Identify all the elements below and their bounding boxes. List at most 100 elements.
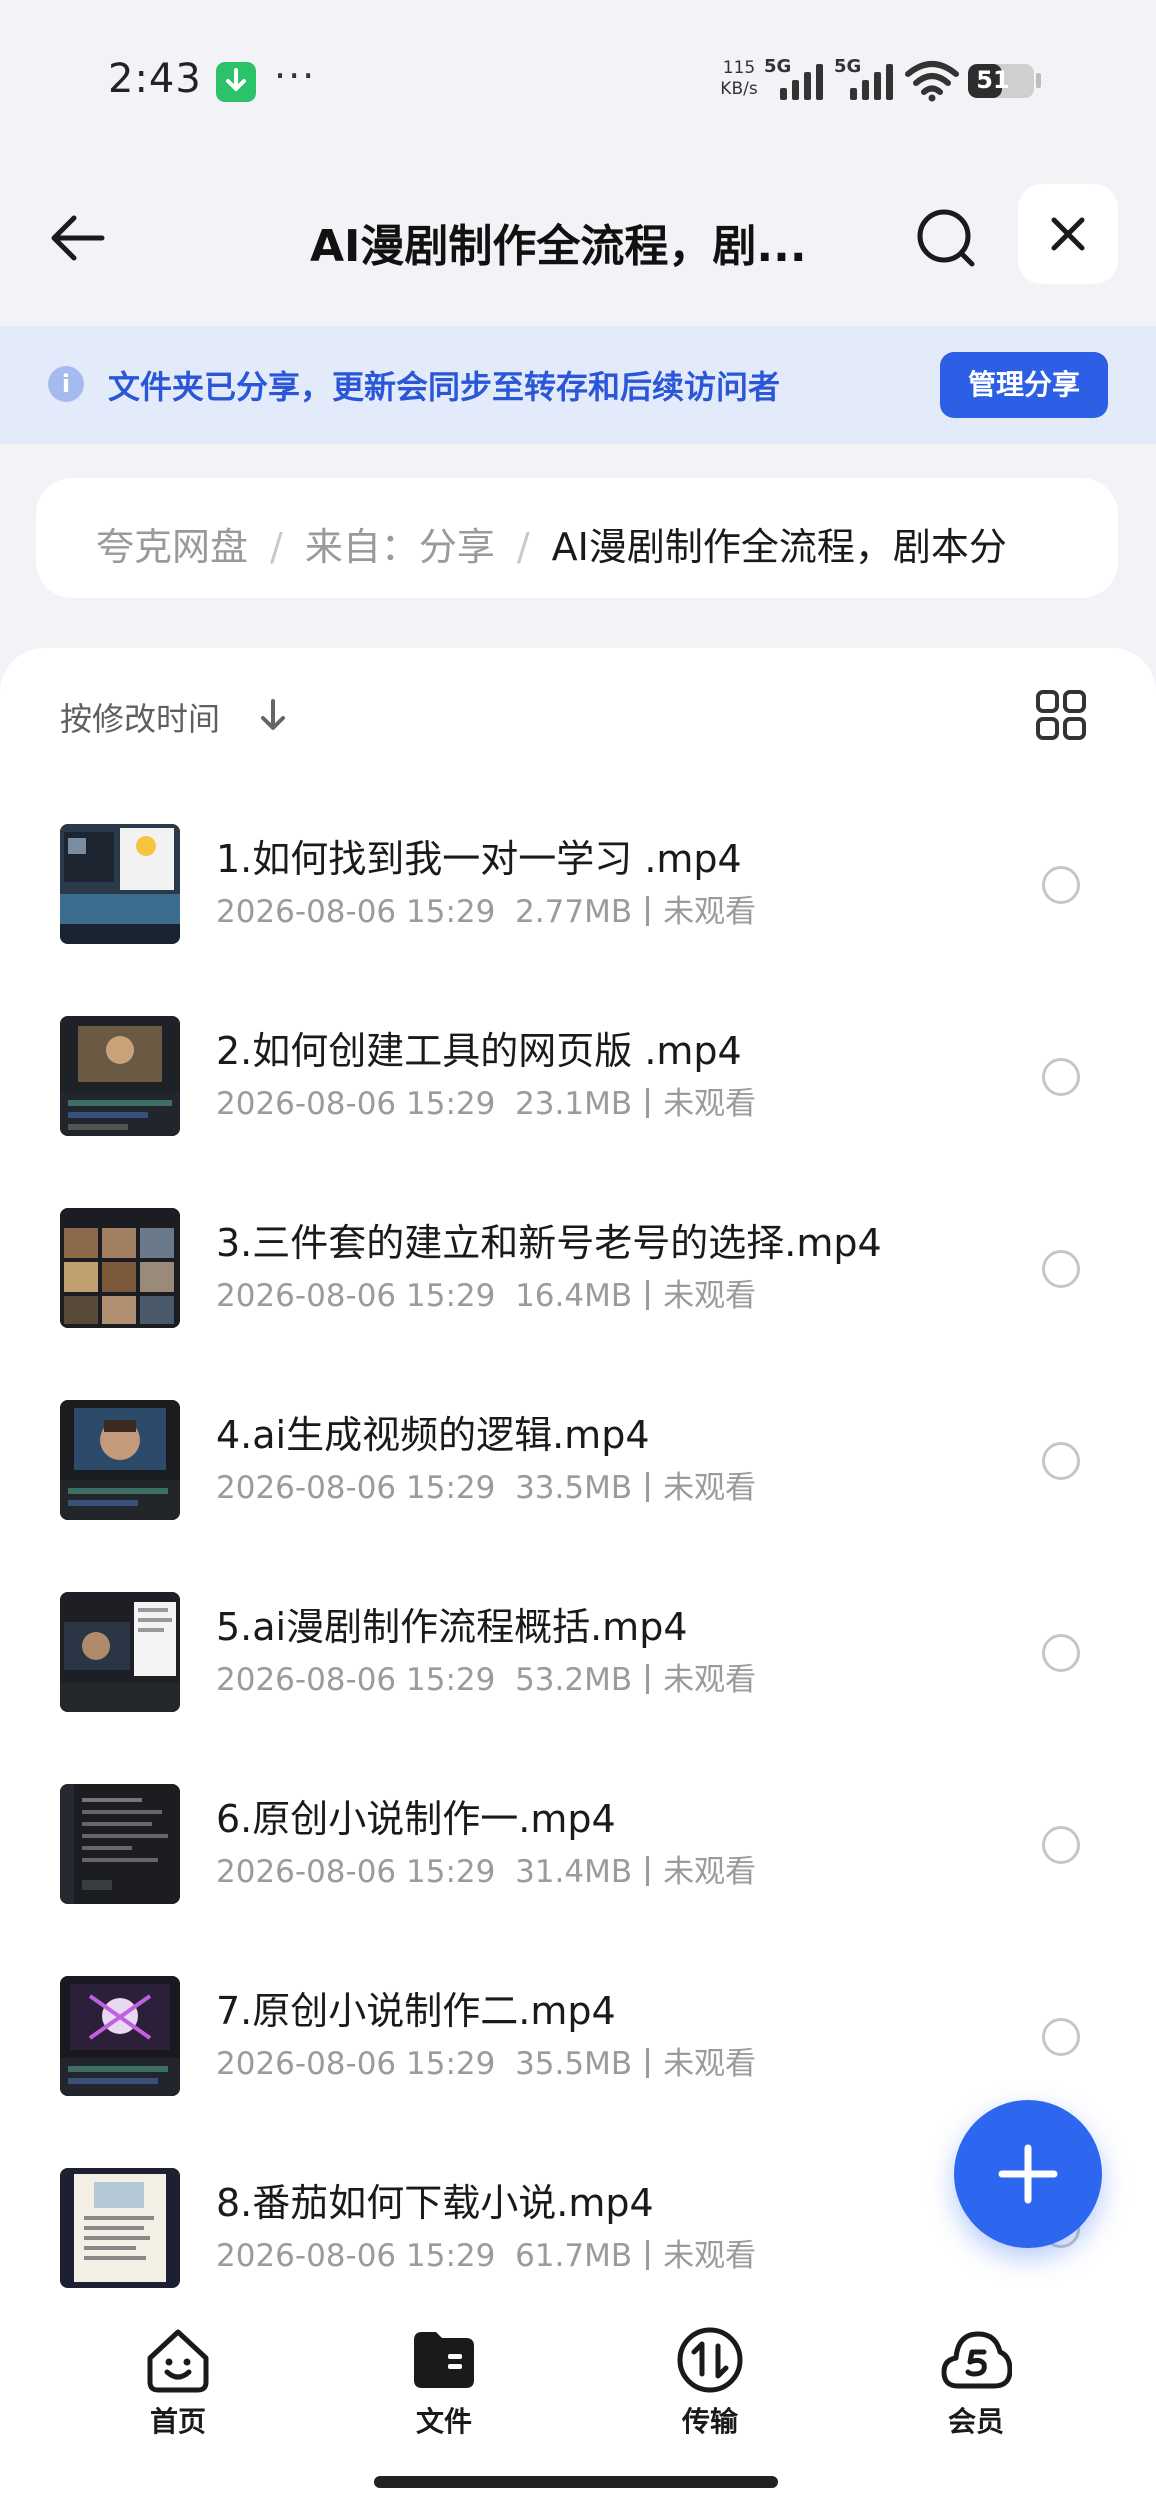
meta-divider [646, 1088, 650, 1118]
select-radio[interactable] [1042, 1442, 1080, 1480]
meta-divider [646, 1664, 650, 1694]
file-name: 4.ai生成视频的逻辑.mp4 [216, 1413, 650, 1457]
select-radio[interactable] [1042, 1634, 1080, 1672]
status-bar: 2:43 ··· 115 KB/s 5G 5G 51 [0, 0, 1156, 160]
transfer-icon [677, 2327, 743, 2393]
video-thumbnail [60, 1784, 180, 1904]
file-row[interactable]: 1.如何找到我一对一学习 .mp4 2026-08-06 15:29 2.77M… [0, 810, 1156, 1002]
meta-divider [646, 1472, 650, 1502]
signal-icon-1 [780, 64, 823, 100]
nav-label-transfer: 传输 [681, 2405, 738, 2438]
video-thumbnail [60, 1400, 180, 1520]
file-row[interactable]: 6.原创小说制作一.mp4 2026-08-06 15:29 31.4MB 未观看 [0, 1770, 1156, 1962]
meta-divider [646, 1280, 650, 1310]
meta-divider [646, 2048, 650, 2078]
share-notice-banner: i 文件夹已分享，更新会同步至转存和后续访问者 管理分享 [0, 326, 1156, 444]
status-time: 2:43 [108, 56, 202, 102]
close-icon [1051, 217, 1085, 251]
nav-item-transfer[interactable]: 传输 [620, 2324, 800, 2440]
file-meta: 2026-08-06 15:29 61.7MB 未观看 [216, 2230, 756, 2275]
select-radio[interactable] [1042, 1826, 1080, 1864]
file-row[interactable]: 4.ai生成视频的逻辑.mp4 2026-08-06 15:29 33.5MB 未… [0, 1386, 1156, 1578]
breadcrumb-item-current: AI漫剧制作全流程，剧本分 [551, 525, 1007, 569]
battery-tip [1036, 73, 1041, 88]
file-meta: 2026-08-06 15:29 16.4MB 未观看 [216, 1270, 756, 1315]
watch-status: 未观看 [663, 1278, 757, 1314]
share-notice-text: 文件夹已分享，更新会同步至转存和后续访问者 [108, 368, 781, 406]
file-size: 2.77MB [515, 894, 633, 930]
meta-divider [646, 896, 650, 926]
breadcrumb: 夸克网盘 / 来自：分享 / AI漫剧制作全流程，剧本分 [36, 478, 1118, 598]
arrow-down-icon[interactable] [258, 698, 288, 732]
nav-label-member: 会员 [947, 2405, 1004, 2438]
file-name: 7.原创小说制作二.mp4 [216, 1989, 616, 2033]
battery-level: 51 [976, 66, 1010, 94]
search-button[interactable] [906, 198, 986, 278]
battery-icon: 51 [968, 64, 1034, 98]
select-radio[interactable] [1042, 1250, 1080, 1288]
info-icon: i [48, 366, 84, 402]
grid-view-icon[interactable] [1034, 688, 1088, 742]
network-speed: 115 KB/s [714, 58, 764, 100]
file-name: 5.ai漫剧制作流程概括.mp4 [216, 1605, 688, 1649]
file-size: 61.7MB [515, 2238, 633, 2274]
more-notifications-icon: ··· [274, 54, 317, 98]
search-icon [917, 209, 975, 267]
file-row[interactable]: 3.三件套的建立和新号老号的选择.mp4 2026-08-06 15:29 16… [0, 1194, 1156, 1386]
top-app-bar: AI漫剧制作全流程，剧... [0, 170, 1156, 300]
add-button[interactable] [954, 2100, 1102, 2248]
folder-icon [414, 2332, 474, 2388]
file-row[interactable]: 5.ai漫剧制作流程概括.mp4 2026-08-06 15:29 53.2MB… [0, 1578, 1156, 1770]
file-date: 2026-08-06 15:29 [216, 894, 496, 930]
watch-status: 未观看 [663, 2046, 757, 2082]
meta-divider [646, 2240, 650, 2270]
file-size: 16.4MB [515, 1278, 633, 1314]
file-name: 8.番茄如何下载小说.mp4 [216, 2181, 654, 2225]
breadcrumb-separator: / [270, 525, 283, 569]
nav-item-files[interactable]: 文件 [354, 2324, 534, 2440]
video-thumbnail [60, 2168, 180, 2288]
breadcrumb-separator: / [516, 525, 530, 569]
watch-status: 未观看 [663, 1086, 757, 1122]
video-thumbnail [60, 1592, 180, 1712]
select-radio[interactable] [1042, 1058, 1080, 1096]
breadcrumb-item-shared[interactable]: 来自：分享 [305, 525, 495, 569]
back-button[interactable] [40, 198, 120, 278]
home-indicator[interactable] [374, 2476, 778, 2488]
file-name: 3.三件套的建立和新号老号的选择.mp4 [216, 1221, 882, 1265]
nav-item-home[interactable]: 首页 [88, 2324, 268, 2440]
select-radio[interactable] [1042, 866, 1080, 904]
video-thumbnail [60, 1208, 180, 1328]
nav-item-member[interactable]: 会员 [886, 2324, 1066, 2440]
watch-status: 未观看 [663, 894, 757, 930]
file-size: 35.5MB [515, 2046, 633, 2082]
video-thumbnail [60, 824, 180, 944]
member-cloud-icon [941, 2331, 1012, 2389]
close-button[interactable] [1018, 184, 1118, 284]
wifi-icon [905, 61, 959, 102]
smiley-home-icon [147, 2329, 209, 2393]
file-size: 33.5MB [515, 1470, 633, 1506]
file-date: 2026-08-06 15:29 [216, 1278, 496, 1314]
file-size: 23.1MB [515, 1086, 633, 1122]
manage-share-button[interactable]: 管理分享 [940, 352, 1108, 418]
select-radio[interactable] [1042, 2018, 1080, 2056]
speed-unit: KB/s [720, 79, 758, 99]
watch-status: 未观看 [663, 1854, 757, 1890]
page-title: AI漫剧制作全流程，剧... [310, 221, 807, 272]
file-date: 2026-08-06 15:29 [216, 1086, 496, 1122]
download-icon [216, 62, 256, 102]
speed-value: 115 [722, 58, 756, 78]
file-meta: 2026-08-06 15:29 33.5MB 未观看 [216, 1462, 756, 1507]
file-meta: 2026-08-06 15:29 35.5MB 未观看 [216, 2038, 756, 2083]
file-meta: 2026-08-06 15:29 23.1MB 未观看 [216, 1078, 756, 1123]
file-row[interactable]: 2.如何创建工具的网页版 .mp4 2026-08-06 15:29 23.1M… [0, 1002, 1156, 1194]
watch-status: 未观看 [663, 2238, 757, 2274]
breadcrumb-item-root[interactable]: 夸克网盘 [96, 525, 248, 569]
file-name: 1.如何找到我一对一学习 .mp4 [216, 837, 742, 881]
file-meta: 2026-08-06 15:29 53.2MB 未观看 [216, 1654, 756, 1699]
file-name: 6.原创小说制作一.mp4 [216, 1797, 616, 1841]
watch-status: 未观看 [663, 1662, 757, 1698]
sort-button[interactable]: 按修改时间 [60, 694, 220, 740]
file-date: 2026-08-06 15:29 [216, 1854, 496, 1890]
